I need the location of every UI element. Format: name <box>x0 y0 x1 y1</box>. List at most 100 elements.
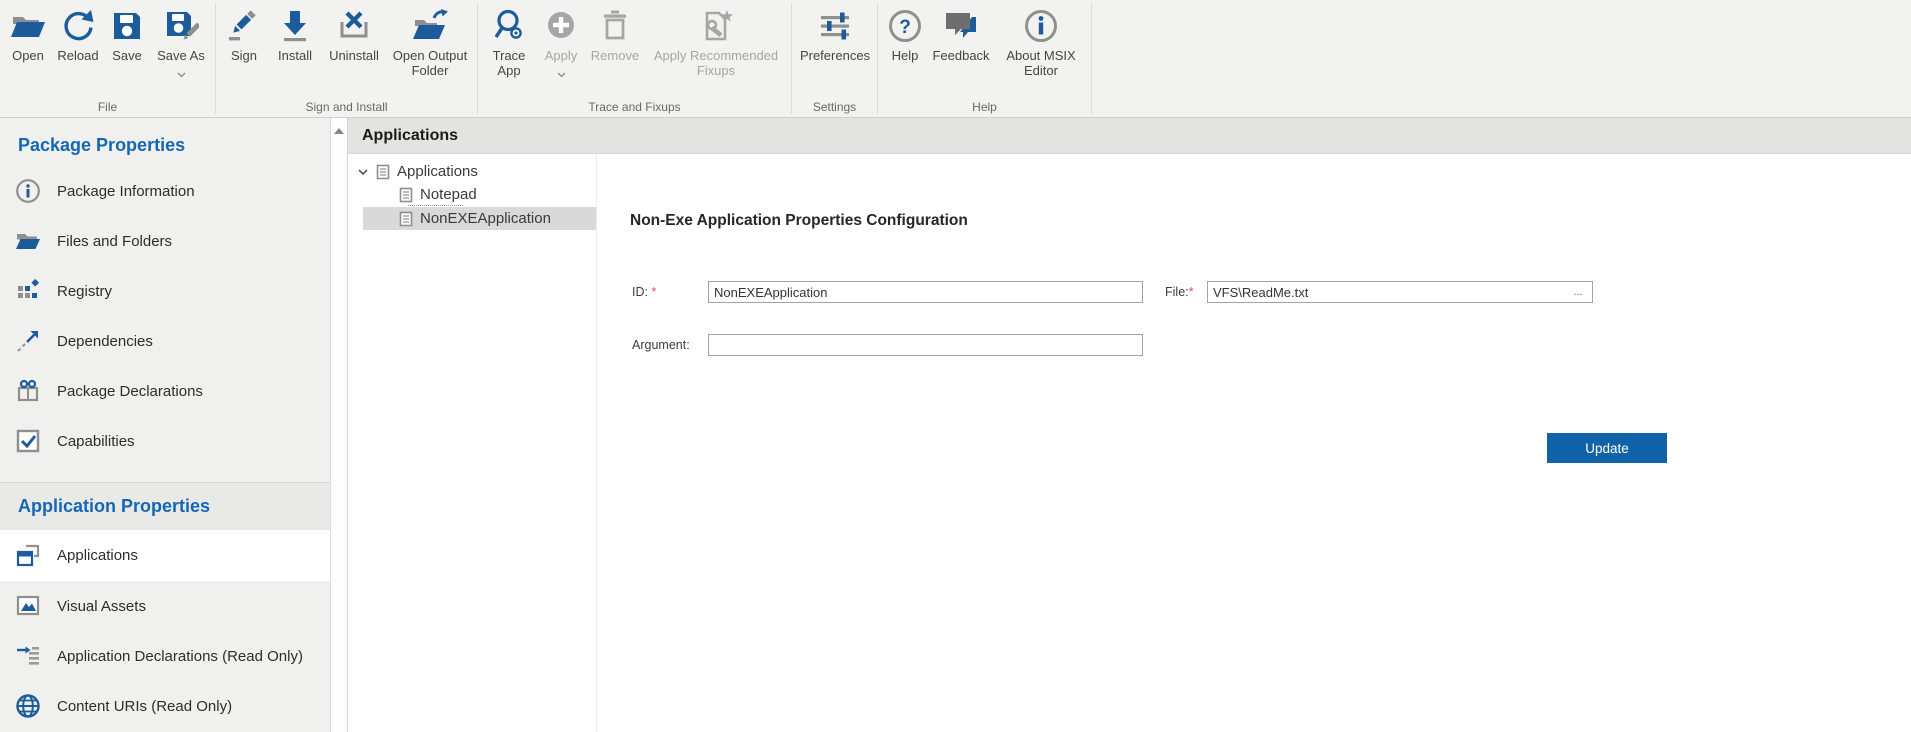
sidebar-item-label: Application Declarations (Read Only) <box>57 648 303 665</box>
sidebar-item-label: Capabilities <box>57 433 135 450</box>
form-heading: Non-Exe Application Properties Configura… <box>630 212 968 230</box>
ribbon-group-label: Help <box>879 100 1090 117</box>
sign-icon <box>226 8 262 44</box>
sidebar-item-application-declarations-read-only[interactable]: Application Declarations (Read Only) <box>0 631 330 681</box>
sidebar-item-label: Applications <box>57 547 138 564</box>
fixups-icon <box>698 8 734 44</box>
tree-item-label: NonEXEApplication <box>420 210 551 227</box>
sidebar-item-files-and-folders[interactable]: Files and Folders <box>0 216 330 266</box>
applications-tree: Applications Notepad NonEXEApplication <box>348 154 597 732</box>
ribbon-button-label: Open Output Folder <box>386 48 474 78</box>
sidebar-item-visual-assets[interactable]: Visual Assets <box>0 581 330 631</box>
update-button[interactable]: Update <box>1547 433 1667 463</box>
app-properties-form: Non-Exe Application Properties Configura… <box>597 154 1911 732</box>
open-output-folder-icon <box>412 8 448 44</box>
document-icon <box>375 164 391 180</box>
sidebar-item-applications[interactable]: Applications <box>0 530 330 581</box>
apply-icon <box>543 8 579 44</box>
ribbon-button-label: Apply <box>545 48 578 63</box>
argument-input[interactable] <box>708 334 1143 356</box>
sidebar-item-package-declarations[interactable]: Package Declarations <box>0 366 330 416</box>
ribbon-group-file: OpenReloadSaveSave AsFile <box>0 0 215 117</box>
ribbon-group-label: Sign and Install <box>217 100 476 117</box>
ribbon-button-label: Save As <box>157 48 205 63</box>
ribbon-button-help[interactable]: ? Help <box>882 5 928 63</box>
sidebar-scrollbar[interactable] <box>330 118 348 732</box>
ribbon-button-label: Uninstall <box>329 48 379 63</box>
sidebar-item-label: Dependencies <box>57 333 153 350</box>
sidebar-item-content-uris-read-only[interactable]: Content URIs (Read Only) <box>0 681 330 731</box>
help-icon: ? <box>887 8 923 44</box>
chevron-down-icon <box>177 65 186 72</box>
ribbon-button-label: Trace App <box>482 48 536 78</box>
sidebar-item-label: Package Information <box>57 183 195 200</box>
ribbon-button-uninstall[interactable]: Uninstall <box>322 5 386 63</box>
tree-item-label: Applications <box>397 163 478 180</box>
ribbon-button-install[interactable]: Install <box>268 5 322 63</box>
ribbon-button-label: Sign <box>231 48 257 63</box>
panel-body: Applications Notepad NonEXEApplication Non… <box>348 154 1911 732</box>
sidebar-item-label: Registry <box>57 283 112 300</box>
ribbon-button-about-msix-editor[interactable]: About MSIX Editor <box>994 5 1088 78</box>
ribbon-button-trace-app[interactable]: Trace App <box>482 5 536 78</box>
ribbon-button-sign[interactable]: Sign <box>220 5 268 63</box>
ribbon-button-reload[interactable]: Reload <box>52 5 104 63</box>
preferences-icon <box>817 8 853 44</box>
panel-title: Applications <box>348 118 1911 154</box>
svg-text:?: ? <box>899 17 911 38</box>
file-label: File:* <box>1165 281 1194 303</box>
tree-item-notepad[interactable]: Notepad <box>348 183 596 206</box>
ribbon-button-open-output-folder[interactable]: Open Output Folder <box>386 5 474 78</box>
id-label: ID: * <box>632 281 656 303</box>
ribbon-button-apply-recommended-fixups: Apply Recommended Fixups <box>644 5 788 78</box>
files-folders-icon <box>15 228 41 254</box>
remove-icon <box>597 8 633 44</box>
ribbon-button-label: Save <box>112 48 142 63</box>
ribbon-button-remove: Remove <box>586 5 644 63</box>
main-area: Package Properties Package Information Fil… <box>0 118 1911 732</box>
registry-icon <box>15 278 41 304</box>
id-input[interactable] <box>708 281 1143 303</box>
triangle-up-icon <box>334 128 344 134</box>
save-as-icon <box>163 8 199 44</box>
sidebar-item-label: Files and Folders <box>57 233 172 250</box>
app-declarations-icon <box>15 643 41 669</box>
sidebar-item-label: Package Declarations <box>57 383 203 400</box>
ribbon-button-label: About MSIX Editor <box>994 48 1088 78</box>
install-icon <box>277 8 313 44</box>
sidebar-item-dependencies[interactable]: Dependencies <box>0 316 330 366</box>
file-input[interactable] <box>1208 282 1568 302</box>
applications-icon <box>15 543 41 569</box>
tree-item-applications[interactable]: Applications <box>348 160 596 183</box>
ribbon-button-save[interactable]: Save <box>104 5 150 63</box>
ribbon-group-label: Settings <box>793 100 876 117</box>
chevron-down-icon[interactable] <box>356 165 370 179</box>
ribbon-button-feedback[interactable]: Feedback <box>928 5 994 63</box>
sidebar-item-package-information[interactable]: Package Information <box>0 166 330 216</box>
ribbon-button-label: Help <box>892 48 919 63</box>
uninstall-icon <box>336 8 372 44</box>
msix-editor-window: OpenReloadSaveSave AsFileSignInstallUnin… <box>0 0 1911 732</box>
sidebar-heading-package-properties: Package Properties <box>0 118 330 166</box>
sidebar-item-capabilities[interactable]: Capabilities <box>0 416 330 466</box>
content-area: Applications Applications Notepad NonEXEAp… <box>348 118 1911 732</box>
sidebar-item-registry[interactable]: Registry <box>0 266 330 316</box>
scroll-up-button[interactable] <box>331 118 347 143</box>
sidebar-nav: Package Properties Package Information Fil… <box>0 118 330 732</box>
document-icon <box>398 211 414 227</box>
ribbon-toolbar: OpenReloadSaveSave AsFileSignInstallUnin… <box>0 0 1911 118</box>
sidebar-item-label: Visual Assets <box>57 598 146 615</box>
ribbon-button-label: Feedback <box>932 48 989 63</box>
ribbon-button-open[interactable]: Open <box>4 5 52 63</box>
file-input-group: ... <box>1207 281 1593 303</box>
ribbon-button-label: Reload <box>57 48 98 63</box>
ribbon-button-label: Preferences <box>800 48 870 63</box>
ribbon-button-save-as[interactable]: Save As <box>150 5 212 72</box>
about-icon <box>1023 8 1059 44</box>
ribbon-group-label: Trace and Fixups <box>479 100 790 117</box>
argument-label: Argument: <box>632 334 690 356</box>
tree-item-nonexeapplication[interactable]: NonEXEApplication <box>363 207 596 230</box>
save-icon <box>109 8 145 44</box>
browse-file-button[interactable]: ... <box>1568 282 1592 302</box>
ribbon-button-preferences[interactable]: Preferences <box>796 5 874 63</box>
